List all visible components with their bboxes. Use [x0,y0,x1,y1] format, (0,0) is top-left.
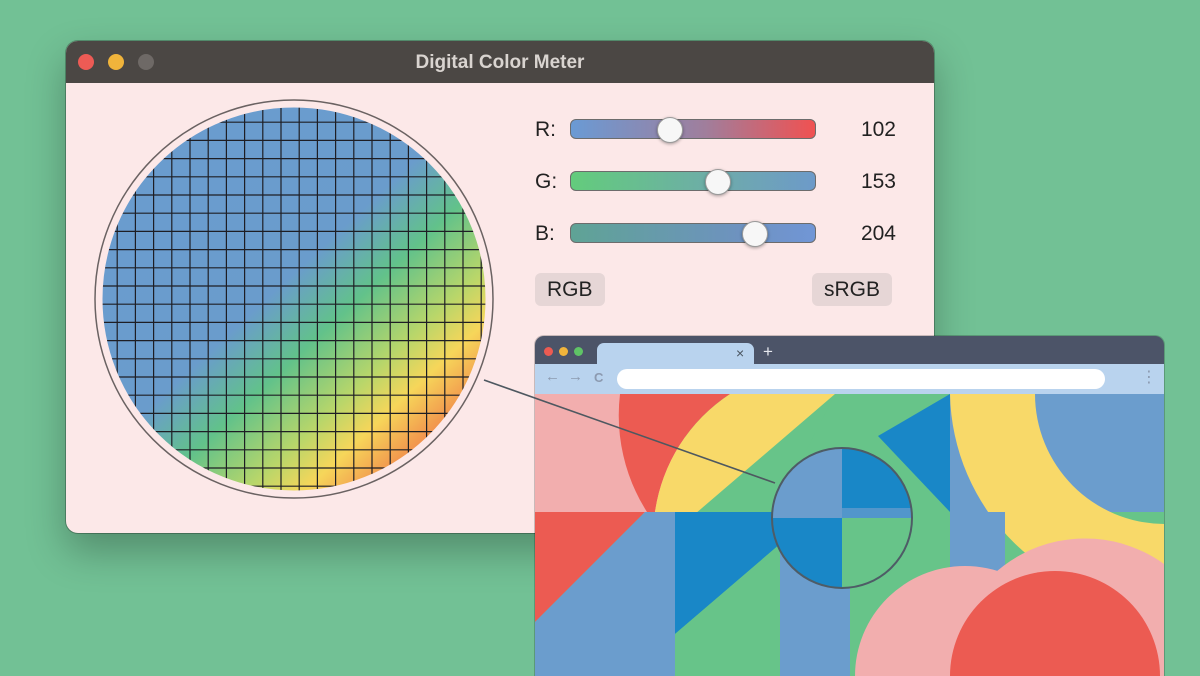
red-slider[interactable] [570,117,816,143]
green-channel-label: G: [535,170,558,193]
address-bar[interactable] [617,369,1105,389]
green-value: 153 [860,170,896,193]
green-slider-knob[interactable] [705,169,732,195]
browser-minimize-button[interactable] [559,347,568,356]
browser-toolbar: ← → C ⋮ [535,364,1164,394]
page-artwork [535,394,1164,676]
title-bar[interactable]: Digital Color Meter [66,41,934,83]
browser-close-button[interactable] [544,347,553,356]
blue-channel-label: B: [535,222,555,245]
window-title: Digital Color Meter [415,52,585,73]
back-arrow-icon[interactable]: ← [545,368,560,385]
blue-slider-knob[interactable] [742,221,768,247]
red-slider-knob[interactable] [656,117,683,143]
browser-zoom-button[interactable] [574,347,583,356]
reload-icon[interactable]: C [594,370,603,385]
color-profile-button[interactable]: sRGB [812,273,893,306]
blue-value: 204 [860,222,896,245]
menu-icon[interactable]: ⋮ [1141,367,1157,387]
magnifier-lens [94,99,494,499]
red-value: 102 [860,118,896,141]
color-mode-button[interactable]: RGB [535,273,605,306]
blue-slider[interactable] [570,221,816,247]
close-tab-icon[interactable]: × [736,345,744,361]
red-channel-label: R: [535,118,556,141]
new-tab-icon[interactable]: + [763,342,773,362]
forward-arrow-icon[interactable]: → [568,368,583,385]
browser-window: × + ← → C ⋮ [535,336,1164,676]
green-slider[interactable] [570,169,816,195]
